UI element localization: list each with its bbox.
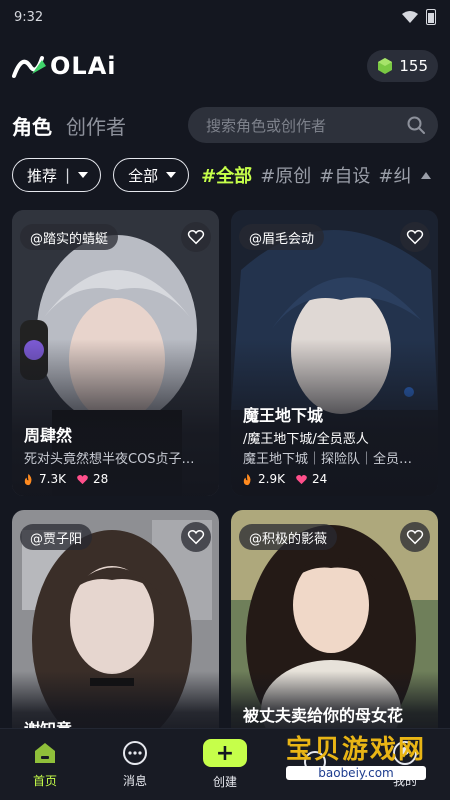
hashtag-list: #全部 #原创 #自设 #纠 (201, 162, 432, 188)
plus-icon: + (203, 739, 247, 767)
battery-icon (426, 9, 436, 25)
nav-create-label: 创建 (212, 775, 237, 789)
view-count: 2.9K (258, 472, 285, 486)
status-time: 9:32 (14, 9, 44, 25)
wifi-icon (402, 11, 418, 23)
nav-home-label: 首页 (32, 774, 57, 788)
expand-tags-icon[interactable] (421, 171, 432, 179)
character-card[interactable]: @踏实的蜻蜓 周肆然 死对头竟然想半夜COS贞子… 7.3K 28 (12, 210, 219, 496)
heart-outline-icon (187, 530, 205, 545)
home-icon (35, 743, 55, 763)
heart-outline-icon (406, 530, 424, 545)
character-name: 周肆然 (24, 426, 73, 445)
tab-creators[interactable]: 创作者 (66, 111, 126, 140)
chevron-down-icon (78, 172, 89, 178)
character-card[interactable]: @眉毛会动 魔王地下城 /魔王地下城/全员恶人 魔王地下城｜探险队｜全员… 2.… (231, 210, 438, 496)
view-count: 7.3K (39, 472, 66, 486)
character-card[interactable]: @贾子阳 谢知意 (12, 510, 219, 728)
fire-icon (24, 473, 32, 485)
chevron-down-icon (166, 172, 177, 178)
coin-balance-button[interactable]: 155 (367, 50, 438, 82)
gender-dropdown[interactable]: 全部 (113, 158, 190, 192)
heart-outline-icon (187, 230, 205, 245)
site-watermark: 宝贝游戏网 baobeiy.com (285, 729, 426, 780)
like-count: 24 (311, 472, 328, 486)
character-name: 被丈夫卖给你的母女花 (243, 706, 404, 725)
hashtag-all[interactable]: #全部 (201, 162, 252, 188)
search-icon[interactable] (406, 115, 426, 135)
coin-count: 155 (399, 57, 428, 75)
hashtag-more[interactable]: #纠 (378, 162, 411, 188)
favorite-button[interactable] (400, 222, 430, 252)
creator-tag[interactable]: @积极的影薇 (239, 524, 338, 550)
heart-icon (77, 474, 88, 484)
status-bar: 9:32 (0, 0, 450, 34)
nav-messages-label: 消息 (122, 774, 147, 788)
nav-home[interactable]: 首页 (10, 740, 80, 789)
like-count: 28 (92, 472, 109, 486)
hashtag-original[interactable]: #原创 (260, 162, 311, 188)
favorite-button[interactable] (181, 522, 211, 552)
tab-characters[interactable]: 角色 (12, 111, 52, 140)
character-name: 谢知意 (24, 716, 72, 728)
favorite-button[interactable] (181, 222, 211, 252)
character-name: 魔王地下城 (243, 406, 324, 425)
character-description: 死对头竟然想半夜COS贞子… (24, 452, 195, 467)
search-input[interactable]: 搜索角色或创作者 (188, 107, 438, 143)
nav-create[interactable]: + 创建 (190, 739, 260, 790)
sort-dropdown[interactable]: 推荐 | (12, 158, 102, 192)
card-stats: 7.3K 28 (22, 472, 108, 486)
top-bar: OLAi 155 (12, 46, 438, 86)
creator-tag[interactable]: @眉毛会动 (239, 224, 325, 250)
character-card[interactable]: @积极的影薇 被丈夫卖给你的母女花 (231, 510, 438, 728)
favorite-button[interactable] (400, 522, 430, 552)
gem-icon (378, 58, 393, 74)
heart-icon (296, 474, 307, 484)
creator-tag[interactable]: @贾子阳 (20, 524, 93, 550)
tab-row: 角色 创作者 搜索角色或创作者 (12, 106, 438, 144)
app-logo: OLAi (12, 52, 117, 80)
nav-messages[interactable]: 消息 (100, 740, 170, 789)
filter-row: 推荐 | 全部 #全部 #原创 #自设 #纠 (12, 157, 450, 193)
message-icon (123, 741, 147, 765)
logo-text: OLAi (50, 52, 117, 80)
character-subtitle: /魔王地下城/全员恶人 (243, 432, 369, 447)
logo-mark-icon (12, 56, 46, 78)
search-placeholder: 搜索角色或创作者 (206, 116, 327, 135)
fire-icon (243, 473, 251, 485)
character-grid: @踏实的蜻蜓 周肆然 死对头竟然想半夜COS贞子… 7.3K 28 @眉毛会动 (12, 210, 438, 728)
hashtag-custom[interactable]: #自设 (319, 162, 370, 188)
separator: | (65, 166, 71, 184)
watermark-url: baobeiy.com (285, 766, 426, 780)
character-description: 魔王地下城｜探险队｜全员… (243, 452, 413, 467)
card-stats: 2.9K 24 (241, 472, 327, 486)
heart-outline-icon (406, 230, 424, 245)
watermark-title: 宝贝游戏网 (285, 735, 426, 765)
gender-label: 全部 (128, 166, 159, 185)
sort-label: 推荐 (27, 166, 58, 185)
creator-tag[interactable]: @踏实的蜻蜓 (20, 224, 119, 250)
